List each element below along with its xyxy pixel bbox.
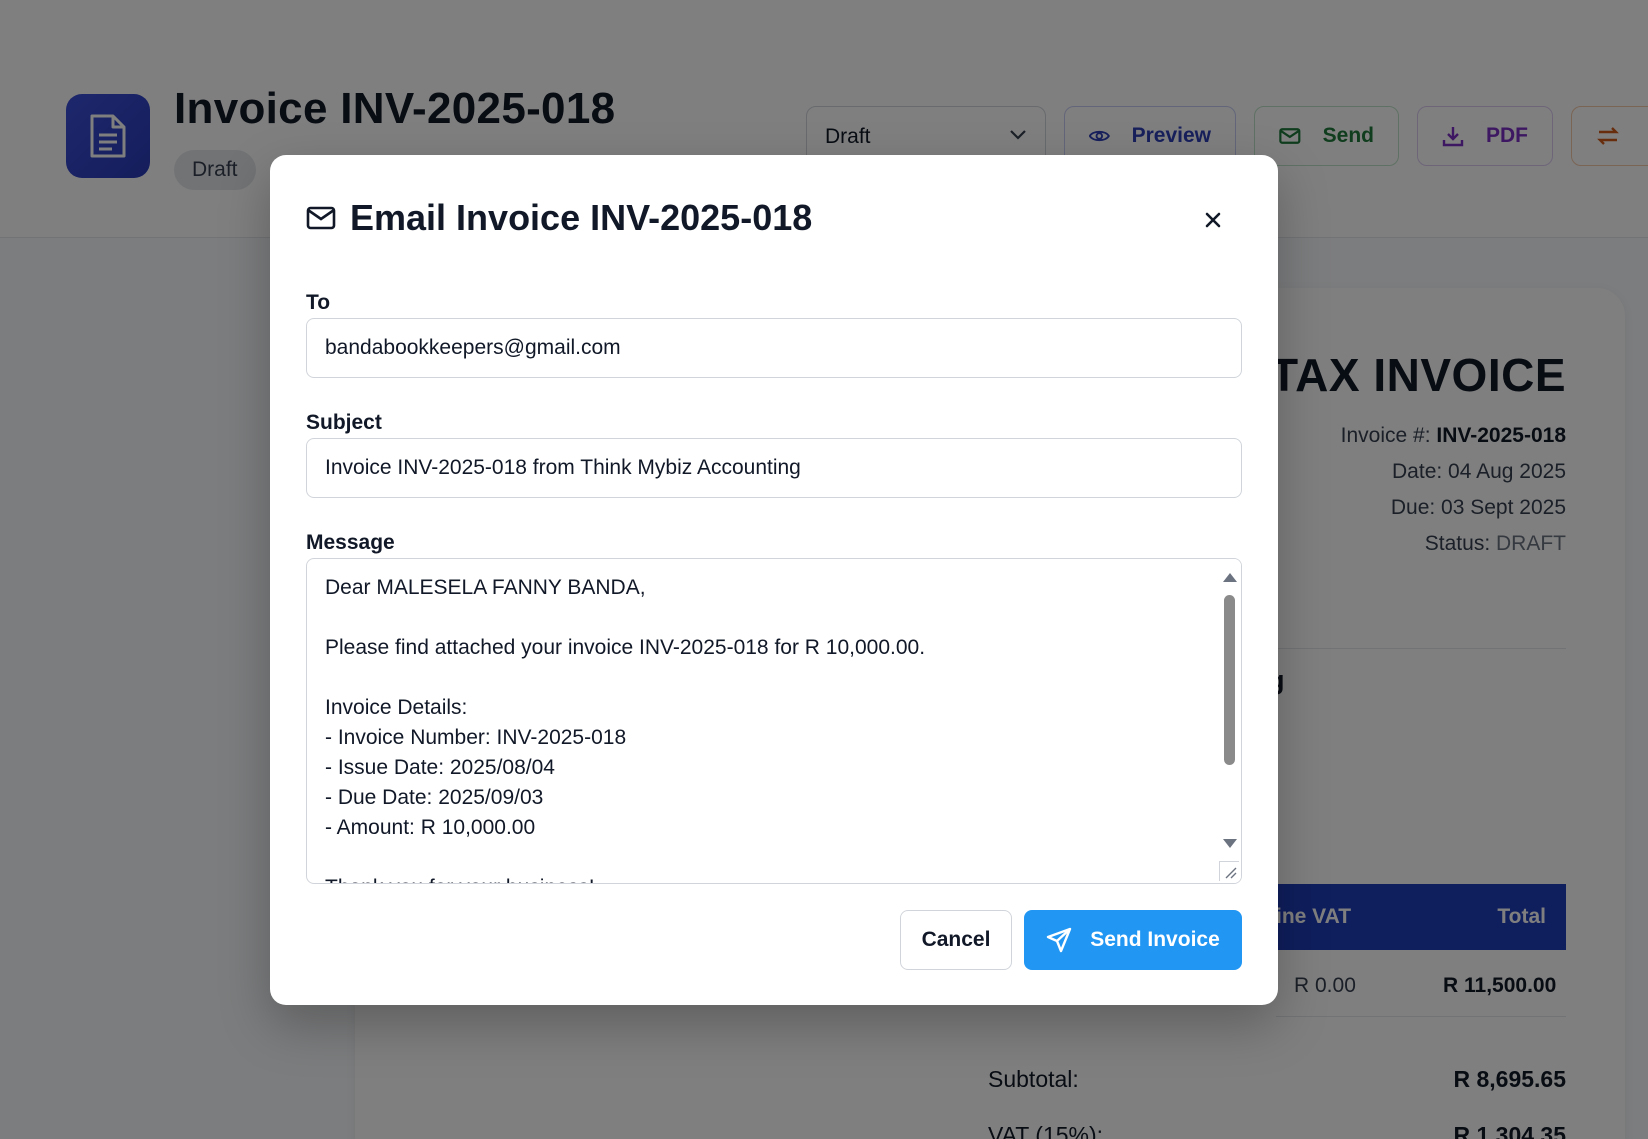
close-icon [1205, 212, 1221, 228]
message-scrollbar[interactable] [1217, 559, 1241, 883]
scrollbar-thumb[interactable] [1224, 595, 1235, 765]
email-invoice-modal: Email Invoice INV-2025-018 To Subject Me… [270, 155, 1278, 1005]
to-field[interactable] [306, 318, 1242, 378]
scroll-down-arrow-icon[interactable] [1223, 839, 1237, 848]
subject-label: Subject [306, 411, 382, 434]
send-invoice-button[interactable]: Send Invoice [1024, 910, 1242, 970]
resize-handle-icon[interactable] [1219, 861, 1239, 881]
scroll-up-arrow-icon[interactable] [1223, 573, 1237, 582]
cancel-button[interactable]: Cancel [900, 910, 1012, 970]
to-label: To [306, 291, 331, 314]
mail-icon [306, 206, 336, 230]
message-label: Message [306, 531, 395, 554]
subject-field[interactable] [306, 438, 1242, 498]
modal-title: Email Invoice INV-2025-018 [350, 197, 813, 238]
close-button[interactable] [1198, 205, 1228, 235]
message-text: Dear MALESELA FANNY BANDA, Please find a… [325, 576, 926, 883]
send-invoice-label: Send Invoice [1090, 928, 1220, 951]
message-textarea[interactable]: Dear MALESELA FANNY BANDA, Please find a… [306, 558, 1242, 884]
modal-title-row: Email Invoice INV-2025-018 [306, 197, 812, 239]
send-plane-icon [1047, 927, 1072, 953]
